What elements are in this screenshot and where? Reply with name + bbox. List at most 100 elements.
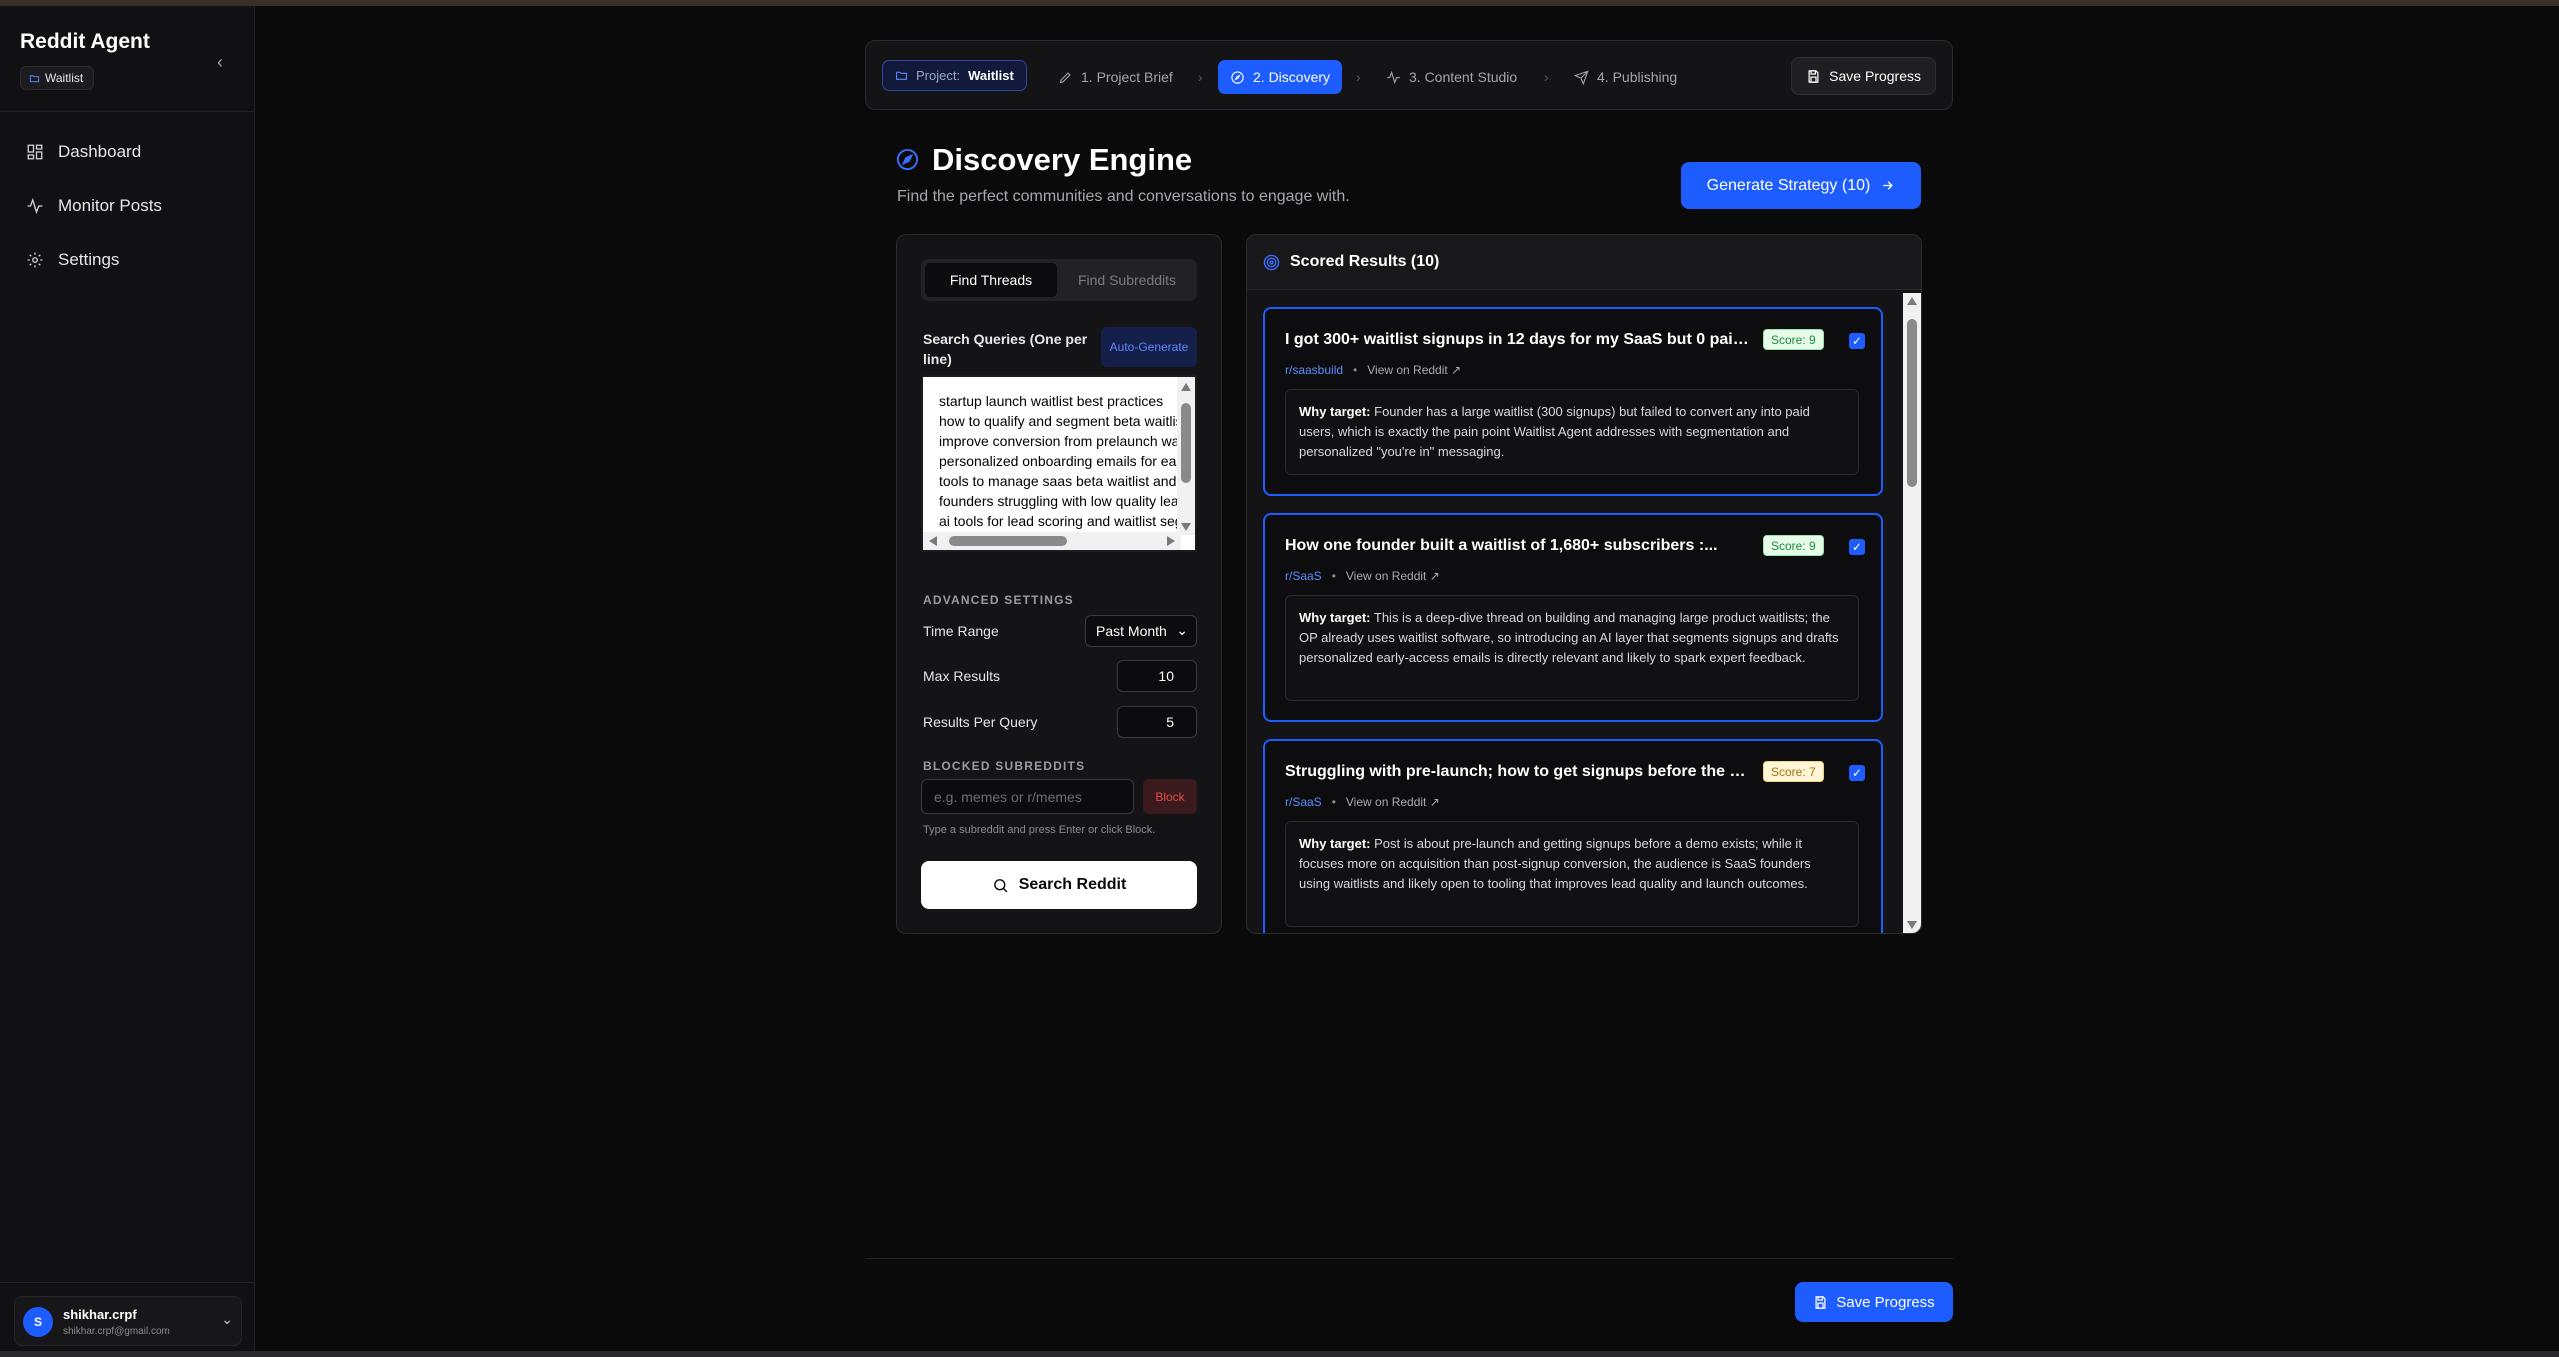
subreddit-link[interactable]: r/saasbuild <box>1285 363 1343 377</box>
save-progress-button-top[interactable]: Save Progress <box>1791 57 1936 95</box>
search-mode-tabs: Find Threads Find Subreddits <box>921 259 1197 301</box>
save-progress-label: Save Progress <box>1836 1293 1935 1311</box>
result-meta: r/SaaS • View on Reddit ↗ <box>1285 569 1440 583</box>
search-reddit-button[interactable]: Search Reddit <box>921 861 1197 909</box>
why-target-label: Why target: <box>1299 404 1371 419</box>
search-panel: Find Threads Find Subreddits Search Quer… <box>896 234 1222 934</box>
tab-find-subreddits[interactable]: Find Subreddits <box>1061 263 1193 297</box>
blocked-subreddit-input[interactable]: e.g. memes or r/memes <box>921 779 1134 814</box>
save-icon <box>1815 1295 1826 1309</box>
activity-icon <box>27 197 43 215</box>
step-separator: › <box>1356 69 1361 85</box>
brand-title: Reddit Agent <box>20 30 150 53</box>
view-on-reddit-link[interactable]: View on Reddit ↗ <box>1346 569 1440 583</box>
activity-icon <box>1387 70 1400 84</box>
score-badge: Score: 9 <box>1763 329 1824 350</box>
search-query-line: improve conversion from prelaunch waitli… <box>939 433 1177 449</box>
chevron-down-icon: ⌄ <box>1176 622 1188 638</box>
step-separator: › <box>1198 69 1203 85</box>
block-button[interactable]: Block <box>1143 779 1197 814</box>
search-queries-label: Search Queries (One per line) <box>923 331 1088 367</box>
why-target-text: Post is about pre-launch and getting sig… <box>1299 836 1811 891</box>
step-separator: › <box>1544 69 1549 85</box>
step-label: 2. Discovery <box>1253 69 1331 85</box>
result-title[interactable]: Struggling with pre-launch; how to get s… <box>1285 763 1755 781</box>
result-card[interactable]: How one founder built a waitlist of 1,68… <box>1263 513 1883 722</box>
select-checkbox[interactable]: ✓ <box>1849 765 1865 781</box>
step-content-studio[interactable]: 3. Content Studio <box>1386 60 1517 94</box>
tab-find-threads[interactable]: Find Threads <box>925 263 1057 297</box>
page-subtitle: Find the perfect communities and convers… <box>897 188 1350 205</box>
step-label: 3. Content Studio <box>1409 69 1518 85</box>
target-icon <box>1263 254 1280 271</box>
auto-generate-button[interactable]: Auto-Generate <box>1101 327 1197 367</box>
select-checkbox[interactable]: ✓ <box>1849 539 1865 555</box>
collapse-sidebar-icon[interactable]: ‹ <box>210 52 230 72</box>
compass-icon <box>1231 70 1244 84</box>
search-query-line: startup launch waitlist best practices <box>939 393 1164 409</box>
gear-icon <box>27 252 43 268</box>
scored-results-panel: Scored Results (10) I got 300+ waitlist … <box>1246 234 1922 934</box>
save-icon <box>1808 69 1819 83</box>
results-list[interactable]: I got 300+ waitlist signups in 12 days f… <box>1247 291 1921 933</box>
search-query-line: personalized onboarding emails for early <box>939 453 1177 469</box>
send-icon <box>1574 69 1589 85</box>
result-card[interactable]: Struggling with pre-launch; how to get s… <box>1263 739 1883 933</box>
blocked-subreddits-title: BLOCKED SUBREDDITS <box>923 759 1086 773</box>
result-meta: r/saasbuild • View on Reddit ↗ <box>1285 363 1461 377</box>
generate-strategy-label: Generate Strategy (10) <box>1706 176 1871 194</box>
select-checkbox[interactable]: ✓ <box>1849 333 1865 349</box>
sidebar-item-monitor-posts[interactable]: Monitor Posts <box>16 188 240 224</box>
meta-separator: • <box>1331 795 1336 809</box>
queries-horizontal-scrollbar[interactable] <box>923 532 1181 550</box>
step-publishing[interactable]: 4. Publishing <box>1574 60 1677 94</box>
step-label: 1. Project Brief <box>1081 69 1173 85</box>
queries-vertical-scrollbar[interactable] <box>1177 377 1195 535</box>
window-top-strip <box>0 0 2559 6</box>
search-queries-text: startup launch waitlist best practices ho… <box>939 391 1177 531</box>
user-menu[interactable]: S shikhar.crpf shikhar.crpf@gmail.com ⌄ <box>14 1296 242 1346</box>
user-name: shikhar.crpf <box>63 1307 137 1322</box>
search-queries-textarea[interactable]: startup launch waitlist best practices ho… <box>921 375 1197 552</box>
grid-icon <box>27 144 43 160</box>
sidebar-item-settings[interactable]: Settings <box>16 242 240 278</box>
results-header: Scored Results (10) <box>1247 235 1921 290</box>
meta-separator: • <box>1353 363 1358 377</box>
max-results-input[interactable]: 10 <box>1117 660 1197 692</box>
folder-icon <box>896 71 907 80</box>
why-target-text: This is a deep-dive thread on building a… <box>1299 610 1839 665</box>
subreddit-link[interactable]: r/SaaS <box>1285 795 1322 809</box>
why-target-box: Why target: Post is about pre-launch and… <box>1285 821 1859 927</box>
result-title[interactable]: I got 300+ waitlist signups in 12 days f… <box>1285 331 1755 349</box>
results-scrollbar[interactable] <box>1903 293 1921 933</box>
search-reddit-label: Search Reddit <box>1018 876 1127 893</box>
save-progress-button-bottom[interactable]: Save Progress <box>1795 1282 1953 1322</box>
view-on-reddit-link[interactable]: View on Reddit ↗ <box>1367 363 1461 377</box>
sidebar-item-dashboard[interactable]: Dashboard <box>16 134 240 170</box>
user-divider <box>0 1282 255 1283</box>
subreddit-link[interactable]: r/SaaS <box>1285 569 1322 583</box>
project-chip[interactable]: Waitlist <box>20 66 95 90</box>
why-target-box: Why target: Founder has a large waitlist… <box>1285 389 1859 475</box>
compass-icon <box>896 148 919 171</box>
result-title[interactable]: How one founder built a waitlist of 1,68… <box>1285 537 1755 555</box>
view-on-reddit-link[interactable]: View on Reddit ↗ <box>1346 795 1440 809</box>
project-pill[interactable]: Project: Waitlist <box>882 60 1027 91</box>
sidebar-item-label: Monitor Posts <box>58 196 162 215</box>
pen-icon <box>1059 71 1071 83</box>
meta-separator: • <box>1331 569 1336 583</box>
results-per-query-input[interactable]: 5 <box>1117 706 1197 738</box>
time-range-value: Past Month <box>1096 623 1167 639</box>
step-discovery[interactable]: 2. Discovery <box>1218 60 1343 94</box>
time-range-select[interactable]: Past Month ⌄ <box>1085 615 1197 647</box>
why-target-box: Why target: This is a deep-dive thread o… <box>1285 595 1859 701</box>
sidebar: Reddit Agent Waitlist ‹ Dashboard Monito… <box>0 6 255 1351</box>
score-badge: Score: 7 <box>1763 761 1824 782</box>
score-badge: Score: 9 <box>1763 535 1824 556</box>
step-project-brief[interactable]: 1. Project Brief <box>1058 60 1173 94</box>
save-progress-label: Save Progress <box>1829 68 1921 84</box>
results-title: Scored Results (10) <box>1290 253 1440 270</box>
generate-strategy-button[interactable]: Generate Strategy (10) <box>1681 162 1921 209</box>
page-title: Discovery Engine <box>932 142 1193 177</box>
result-card[interactable]: I got 300+ waitlist signups in 12 days f… <box>1263 307 1883 496</box>
